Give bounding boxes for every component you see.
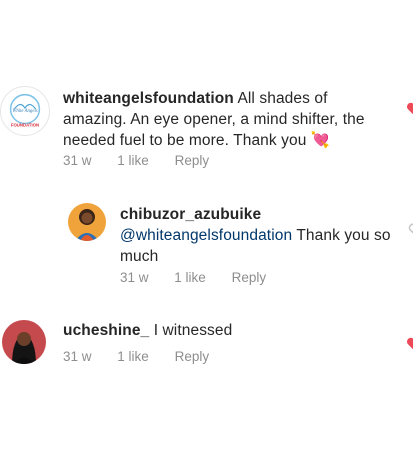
svg-text:FOUNDATION: FOUNDATION [11, 122, 39, 127]
reply-button[interactable]: Reply [175, 349, 210, 364]
reply-button[interactable]: Reply [232, 270, 267, 285]
comment-meta: 31 w 1 like Reply [63, 349, 231, 364]
avatar-chibuzor_azubuike[interactable] [68, 203, 106, 241]
comment-time: 31 w [63, 349, 92, 364]
comment-chibuzor_azubuike: chibuzor_azubuike @whiteangelsfoundation… [0, 198, 413, 293]
heart-icon[interactable] [406, 223, 413, 237]
comment-body: ucheshine_ I witnessed [63, 320, 385, 341]
heart-emoji: 💘 [310, 132, 331, 149]
avatar-ucheshine_[interactable] [2, 320, 46, 364]
heart-icon[interactable] [404, 337, 413, 351]
comment-username[interactable]: whiteangelsfoundation [63, 90, 234, 107]
profile-photo [68, 203, 106, 241]
comment-meta: 31 w 1 like Reply [120, 270, 288, 285]
comment-likes[interactable]: 1 like [174, 270, 206, 285]
comment-text: I witnessed [153, 322, 233, 339]
comment-body: whiteangelsfoundation All shades of amaz… [63, 88, 385, 151]
comment-body: chibuzor_azubuike @whiteangelsfoundation… [120, 204, 395, 267]
profile-photo [2, 320, 46, 364]
avatar-whiteangelsfoundation[interactable]: White Angels FOUNDATION [0, 86, 50, 136]
comment-time: 31 w [63, 153, 92, 168]
svg-text:White Angels: White Angels [12, 109, 37, 114]
reply-button[interactable]: Reply [175, 153, 210, 168]
comment-whiteangelsfoundation: White Angels FOUNDATION whiteangelsfound… [0, 80, 413, 180]
comment-ucheshine_: ucheshine_ I witnessed 31 w 1 like Reply [0, 315, 413, 375]
comment-time: 31 w [120, 270, 149, 285]
comment-likes[interactable]: 1 like [117, 349, 149, 364]
comment-meta: 31 w 1 like Reply [63, 153, 231, 168]
comment-username[interactable]: ucheshine_ [63, 322, 149, 339]
white-angels-logo: White Angels FOUNDATION [1, 87, 49, 135]
comment-likes[interactable]: 1 like [117, 153, 149, 168]
comment-username[interactable]: chibuzor_azubuike [120, 204, 395, 225]
comment-mention[interactable]: @whiteangelsfoundation [120, 227, 292, 244]
heart-icon[interactable] [404, 102, 413, 116]
